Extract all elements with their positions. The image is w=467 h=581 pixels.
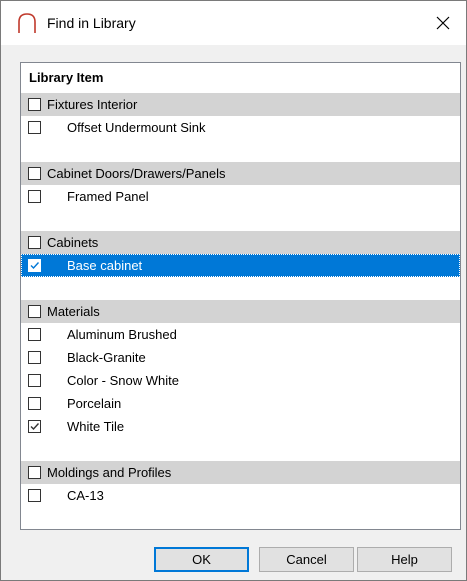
item-row[interactable]: Porcelain (21, 392, 460, 415)
checkbox[interactable] (28, 98, 41, 111)
checkbox[interactable] (28, 351, 41, 364)
item-label: Color - Snow White (67, 373, 179, 388)
check-icon (30, 423, 40, 431)
group-row[interactable]: Moldings and Profiles (21, 461, 460, 484)
checkbox[interactable] (28, 167, 41, 180)
dialog-title: Find in Library (47, 15, 136, 31)
library-item-list[interactable]: Library Item Fixtures Interior Offset Und… (20, 62, 461, 530)
checkbox[interactable] (28, 489, 41, 502)
checkbox[interactable] (28, 466, 41, 479)
group-row[interactable]: Cabinets (21, 231, 460, 254)
checkbox[interactable] (28, 190, 41, 203)
help-button[interactable]: Help (357, 547, 452, 572)
arch-icon (17, 12, 37, 34)
item-label: Black-Granite (67, 350, 146, 365)
checkbox[interactable] (28, 420, 41, 433)
item-row[interactable]: White Tile (21, 415, 460, 438)
checkbox[interactable] (28, 397, 41, 410)
item-row[interactable]: Framed Panel (21, 185, 460, 208)
close-icon (436, 16, 450, 30)
ok-button[interactable]: OK (154, 547, 249, 572)
item-row[interactable]: Aluminum Brushed (21, 323, 460, 346)
group-label: Cabinet Doors/Drawers/Panels (47, 166, 226, 181)
group-row[interactable]: Materials (21, 300, 460, 323)
group-row[interactable]: Cabinet Doors/Drawers/Panels (21, 162, 460, 185)
item-label: CA-13 (67, 488, 104, 503)
item-row[interactable]: Base cabinet (21, 254, 460, 277)
find-in-library-dialog: Find in Library Library Item Fixtures In… (0, 0, 467, 581)
item-label: Framed Panel (67, 189, 149, 204)
checkbox[interactable] (28, 374, 41, 387)
item-row[interactable]: Offset Undermount Sink (21, 116, 460, 139)
item-label: White Tile (67, 419, 125, 434)
group-row[interactable]: Fixtures Interior (21, 93, 460, 116)
list-rows: Fixtures Interior Offset Undermount Sink C… (21, 93, 460, 529)
cancel-button[interactable]: Cancel (259, 547, 354, 572)
check-icon (30, 262, 40, 270)
item-label: Offset Undermount Sink (67, 120, 206, 135)
group-label: Materials (47, 304, 100, 319)
group-label: Moldings and Profiles (47, 465, 172, 480)
item-row[interactable]: Color - Snow White (21, 369, 460, 392)
title-bar: Find in Library (1, 1, 466, 45)
item-label: Aluminum Brushed (67, 327, 177, 342)
checkbox[interactable] (28, 305, 41, 318)
item-label: Base cabinet (67, 258, 143, 273)
item-row[interactable]: CA-13 (21, 484, 460, 507)
checkbox[interactable] (28, 236, 41, 249)
group-label: Cabinets (47, 235, 99, 250)
group-label: Fixtures Interior (47, 97, 138, 112)
item-label: Porcelain (67, 396, 122, 411)
checkbox[interactable] (28, 259, 41, 272)
checkbox[interactable] (28, 328, 41, 341)
checkbox[interactable] (28, 121, 41, 134)
item-row[interactable]: Black-Granite (21, 346, 460, 369)
close-button[interactable] (420, 1, 466, 45)
list-header: Library Item (29, 70, 104, 85)
